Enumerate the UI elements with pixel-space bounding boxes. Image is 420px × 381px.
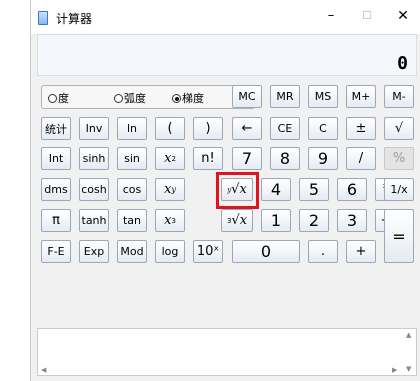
x-cubed-exponent: 3 [171,216,176,225]
digit-8-button[interactable]: 8 [270,147,300,170]
history-panel: ▲ ▼ ◀ ▶ [37,328,417,376]
factorial-button[interactable]: n! [193,147,223,170]
angle-mode-group: 度 弧度 梯度 [41,85,255,109]
digit-0-button[interactable]: 0 [232,240,300,263]
sinh-button[interactable]: sinh [79,147,109,170]
cube-root-radicand: x [239,213,248,228]
cos-button[interactable]: cos [117,178,147,201]
digit-9-button[interactable]: 9 [308,147,338,170]
add-button[interactable]: + [346,240,376,263]
cube-radical-sign: √ [231,213,240,228]
decimal-button[interactable]: . [308,240,338,263]
digit-1-button[interactable]: 1 [261,209,291,232]
m-minus-button[interactable]: M- [384,85,414,108]
digit-3-button[interactable]: 3 [337,209,367,232]
scroll-right-icon[interactable]: ▶ [392,366,397,374]
horizontal-scrollbar[interactable]: ◀ ▶ [38,365,404,375]
radio-degrees[interactable]: 度 [48,90,69,106]
percent-button[interactable]: % [384,147,414,170]
radio-degrees-label: 度 [58,92,69,105]
pi-button[interactable]: π [41,209,71,232]
x-power-y-button[interactable]: xy [155,178,185,201]
reciprocal-button[interactable]: 1/x [384,178,414,201]
mc-button[interactable]: MC [232,85,262,108]
close-paren-button[interactable]: ) [193,117,223,140]
vertical-scrollbar[interactable]: ▲ ▼ [404,329,416,375]
ms-button[interactable]: MS [308,85,338,108]
exp-button[interactable]: Exp [79,240,109,263]
title-bar: 计算器 – ☐ ✕ [31,0,420,34]
scroll-down-icon[interactable]: ▼ [406,365,411,373]
cosh-button[interactable]: cosh [79,178,109,201]
tan-button[interactable]: tan [117,209,147,232]
radio-degrees-circle [48,94,57,103]
digit-6-button[interactable]: 6 [337,178,367,201]
tanh-button[interactable]: tanh [79,209,109,232]
ten-power-x-button[interactable]: 10ˣ [193,240,223,263]
digit-2-button[interactable]: 2 [299,209,329,232]
digit-5-button[interactable]: 5 [299,178,329,201]
radio-radians[interactable]: 弧度 [114,90,146,106]
radio-radians-circle [114,94,123,103]
backspace-button[interactable]: ← [232,117,262,140]
divide-button[interactable]: / [346,147,376,170]
m-plus-button[interactable]: M+ [346,85,376,108]
maximize-button[interactable]: ☐ [357,6,377,26]
log-button[interactable]: log [155,240,185,263]
plus-minus-button[interactable]: ± [346,117,376,140]
ce-button[interactable]: CE [270,117,300,140]
minimize-button[interactable]: – [321,6,341,26]
radio-gradians-label: 梯度 [182,92,204,105]
fe-button[interactable]: F-E [41,240,71,263]
x-squared-exponent: 2 [171,154,176,163]
int-button[interactable]: Int [41,147,71,170]
scroll-left-icon[interactable]: ◀ [41,366,46,374]
digit-7-button[interactable]: 7 [232,147,262,170]
radio-radians-label: 弧度 [124,92,146,105]
mod-button[interactable]: Mod [117,240,147,263]
calculator-app-icon [38,11,48,25]
result-display: 0 [37,34,417,76]
x-cubed-base: x [164,213,172,228]
close-button[interactable]: ✕ [393,6,413,26]
radio-gradians-circle [172,94,181,103]
sqrt-button[interactable]: √ [384,117,414,140]
dms-button[interactable]: dms [41,178,71,201]
calculator-window: 计算器 – ☐ ✕ 0 度 弧度 梯度 MC MR MS M+ M- 统计 In… [30,0,420,381]
x-cubed-button[interactable]: x3 [155,209,185,232]
x-power-y-exponent: y [171,185,176,194]
scroll-up-icon[interactable]: ▲ [406,331,411,339]
statistics-button[interactable]: 统计 [41,117,71,140]
cube-root-button[interactable]: 3 √ x [221,209,253,232]
mr-button[interactable]: MR [270,85,300,108]
x-squared-button[interactable]: x2 [155,147,185,170]
open-paren-button[interactable]: ( [155,117,185,140]
equals-button[interactable]: = [384,209,414,263]
window-title: 计算器 [56,12,93,26]
x-squared-base: x [164,151,172,166]
highlight-box [216,172,259,209]
inv-button[interactable]: Inv [79,117,109,140]
display-value: 0 [397,53,408,74]
radio-gradians[interactable]: 梯度 [172,90,204,106]
c-button[interactable]: C [308,117,338,140]
ln-button[interactable]: ln [117,117,147,140]
sin-button[interactable]: sin [117,147,147,170]
digit-4-button[interactable]: 4 [261,178,291,201]
